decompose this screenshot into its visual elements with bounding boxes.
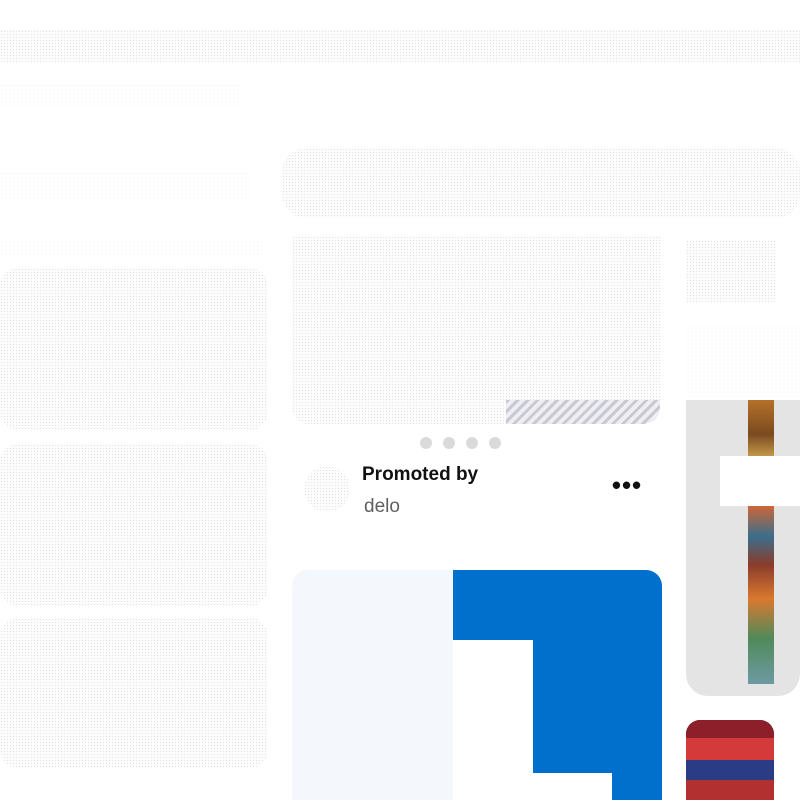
blue-pin-artwork	[292, 570, 662, 800]
ellipsis-icon[interactable]: •••	[608, 472, 646, 504]
left-pin-card[interactable]	[0, 618, 268, 768]
left-pin-card[interactable]	[0, 268, 268, 430]
carousel-dot[interactable]	[420, 437, 432, 449]
advertiser-name[interactable]: delo	[364, 496, 400, 518]
carousel-dot[interactable]	[466, 437, 478, 449]
promoted-by-label: Promoted by	[362, 464, 479, 485]
thumb-band	[686, 760, 774, 780]
right-pin-overlay	[720, 456, 800, 506]
promoted-pin-image[interactable]	[292, 236, 660, 424]
carousel-dots[interactable]	[420, 436, 501, 450]
right-column-placeholder	[686, 240, 776, 302]
header-title-placeholder	[0, 30, 800, 62]
carousel-dot[interactable]	[489, 437, 501, 449]
right-pin-header-placeholder	[686, 326, 800, 396]
carousel-dot[interactable]	[443, 437, 455, 449]
advertiser-avatar[interactable]	[304, 466, 350, 512]
blue-pin-card[interactable]	[292, 570, 662, 800]
pin-image-pattern	[506, 400, 660, 424]
right-pin-artwork	[748, 400, 774, 684]
thumb-band	[686, 720, 774, 738]
right-pin-card[interactable]	[686, 400, 800, 696]
left-pin-card[interactable]	[0, 444, 268, 606]
thumb-band	[686, 738, 774, 760]
left-column-header-placeholder	[0, 240, 262, 256]
header-subtitle-placeholder	[0, 84, 240, 106]
thumb-band	[686, 780, 774, 800]
filter-label-placeholder	[0, 172, 250, 200]
search-bar[interactable]	[282, 148, 800, 218]
right-bottom-pin-thumbnail[interactable]	[686, 720, 774, 800]
